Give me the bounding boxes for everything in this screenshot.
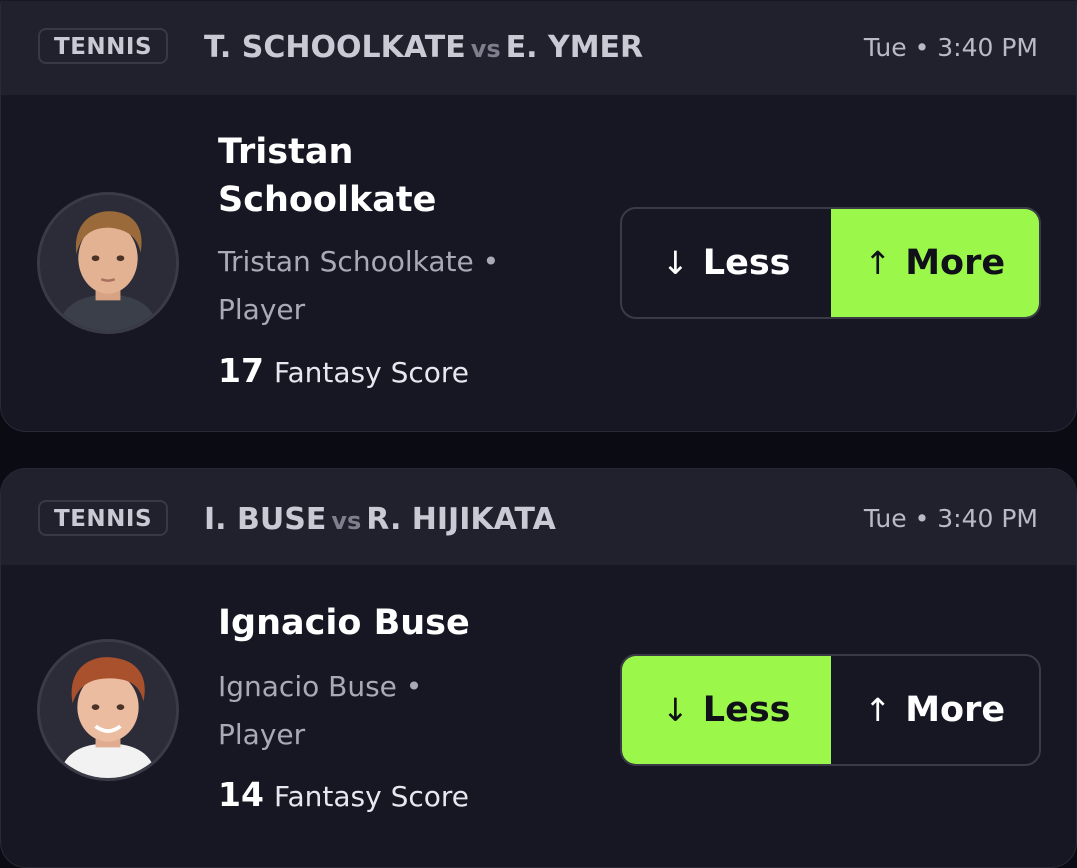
matchup-vs: vs — [470, 35, 501, 63]
arrow-down-icon: ↓ — [661, 244, 689, 282]
pick-toggle: ↓ Less ↑ More — [620, 654, 1041, 766]
player-avatar — [37, 192, 179, 334]
score-row: 17 Fantasy Score — [218, 347, 469, 401]
player-name: Ignacio Buse — [218, 603, 470, 643]
matchup: T. SCHOOLKATE vs E. YMER — [204, 28, 643, 68]
card-header: TENNIS T. SCHOOLKATE vs E. YMER Tue • 3:40… — [1, 1, 1076, 95]
less-label: Less — [702, 243, 791, 283]
matchup-player-1: T. SCHOOLKATE — [204, 30, 466, 65]
projection-stat-label: Fantasy Score — [273, 780, 469, 813]
projection-score: 14 — [218, 775, 264, 814]
arrow-up-icon: ↑ — [864, 691, 892, 729]
pick-toggle: ↓ Less ↑ More — [620, 207, 1041, 319]
sport-badge: TENNIS — [38, 500, 169, 536]
projection-stat-label: Fantasy Score — [273, 356, 469, 389]
game-time: Tue • 3:40 PM — [863, 504, 1038, 533]
less-button[interactable]: ↓ Less — [622, 209, 831, 317]
less-label: Less — [702, 690, 791, 730]
card-header: TENNIS I. BUSE vs R. HIJIKATA Tue • 3:40 P… — [1, 469, 1076, 565]
sport-badge: TENNIS — [38, 28, 169, 64]
matchup-vs: vs — [331, 507, 362, 535]
player-name: Tristan Schoolkate — [218, 132, 437, 220]
player-avatar — [37, 639, 179, 781]
more-button[interactable]: ↑ More — [831, 656, 1040, 764]
player-subtitle: Ignacio Buse • Player — [218, 670, 423, 751]
projection-score: 17 — [218, 351, 264, 390]
matchup-player-2: E. YMER — [505, 30, 644, 65]
more-button[interactable]: ↑ More — [830, 209, 1039, 317]
projection-card: TENNIS I. BUSE vs R. HIJIKATA Tue • 3:40 P… — [0, 468, 1077, 868]
more-label: More — [905, 243, 1006, 283]
more-label: More — [905, 690, 1006, 730]
matchup: I. BUSE vs R. HIJIKATA — [204, 500, 556, 540]
player-subtitle: Tristan Schoolkate • Player — [218, 245, 500, 326]
score-row: 14 Fantasy Score — [218, 771, 469, 825]
player-photo-icon — [40, 195, 176, 331]
arrow-up-icon: ↑ — [864, 244, 892, 282]
projection-card: TENNIS T. SCHOOLKATE vs E. YMER Tue • 3:40… — [0, 0, 1077, 432]
game-time: Tue • 3:40 PM — [863, 33, 1038, 62]
matchup-player-1: I. BUSE — [204, 502, 327, 537]
matchup-player-2: R. HIJIKATA — [366, 502, 556, 537]
player-photo-icon — [40, 642, 176, 778]
less-button[interactable]: ↓ Less — [622, 656, 831, 764]
arrow-down-icon: ↓ — [661, 691, 689, 729]
